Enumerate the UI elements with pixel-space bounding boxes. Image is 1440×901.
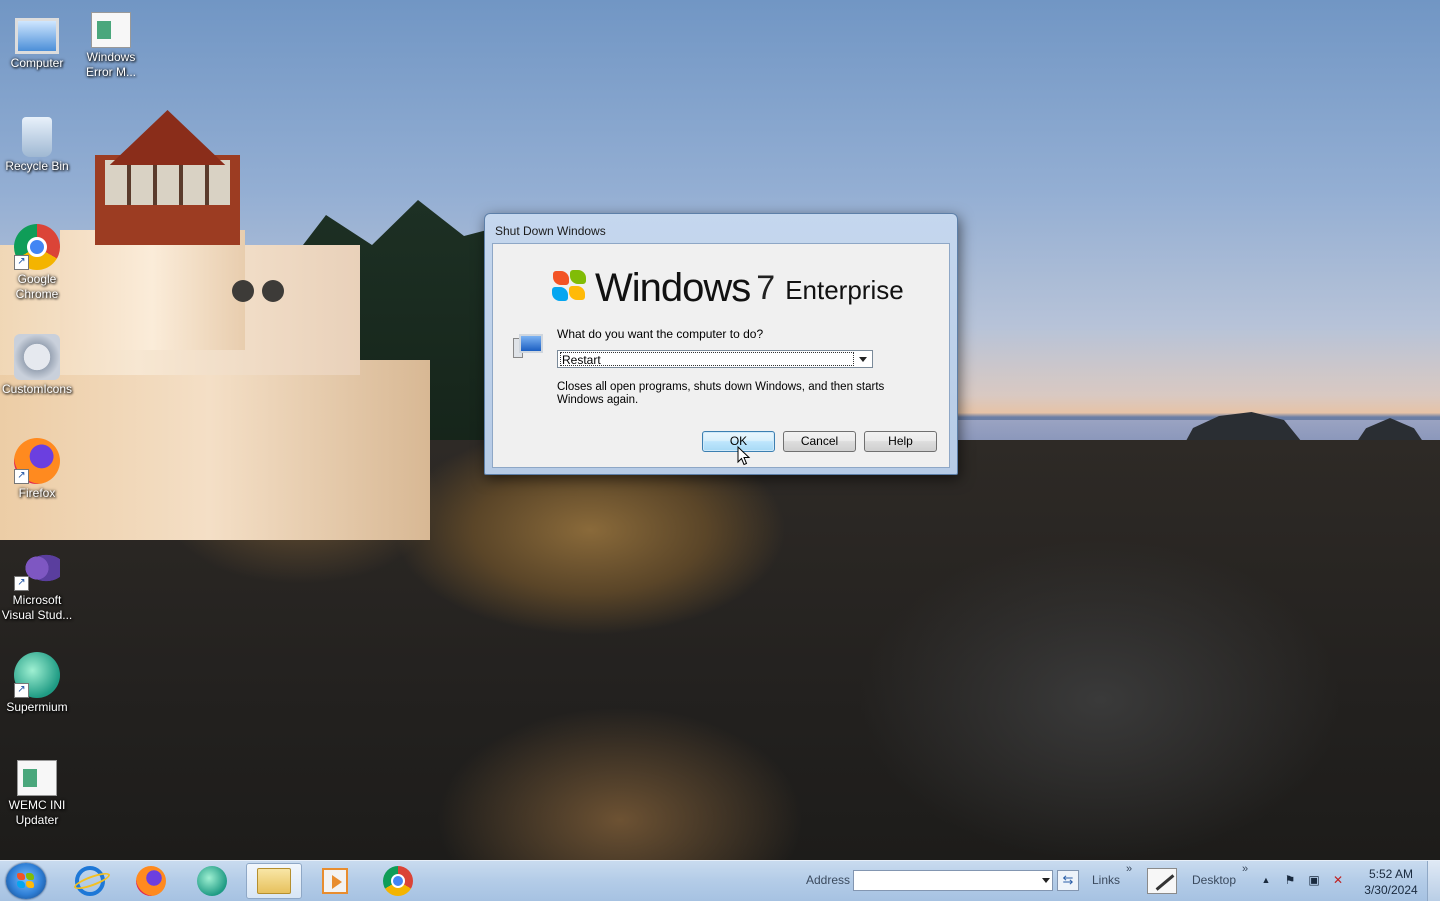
pc-screen [519,334,543,353]
internet-explorer-icon [75,866,105,896]
taskbar-firefox[interactable] [123,863,179,899]
go-arrows-icon[interactable]: ⇆ [1057,870,1079,891]
lighthouse-windows [105,160,230,205]
settings-file-icon [14,334,60,380]
chevron-double-right-icon[interactable]: » [1242,863,1248,875]
chevron-double-right-icon[interactable]: » [1126,863,1132,875]
flag-segment [553,271,569,285]
show-desktop-button[interactable] [1427,861,1440,901]
desktop-icon-label: Firefox [18,486,56,500]
action-dropdown-value[interactable]: Restart [560,352,854,367]
chrome-icon [383,866,413,896]
flag-segment [17,873,25,880]
computer-icon [513,332,543,358]
flag-segment [26,873,34,880]
action-prompt: What do you want the computer to do? [557,327,764,341]
chevron-down-icon[interactable] [855,352,871,366]
flag-segment [570,270,586,284]
desktop-icon-google-chrome[interactable]: ↗ Google Chrome [0,224,74,302]
clock-date: 3/30/2024 [1364,883,1418,897]
address-toolbar-label: Address [806,873,851,887]
desktop-icon-label: Computer [10,56,64,70]
visual-studio-icon: ↗ [14,545,60,591]
shortcut-arrow-icon: ↗ [14,469,29,484]
taskbar-internet-explorer[interactable] [62,863,118,899]
document-icon [91,12,131,48]
links-toolbar-label[interactable]: Links [1092,873,1120,887]
desktop-icon-firefox[interactable]: ↗ Firefox [0,438,74,501]
desktop-icon-recycle-bin[interactable]: Recycle Bin [0,117,74,174]
desktop-toolbar-label[interactable]: Desktop [1192,873,1236,887]
lighthouse-porthole [232,280,254,302]
desktop-icon-customicons[interactable]: CustomIcons [0,334,74,397]
chevron-down-icon[interactable] [1042,878,1050,883]
desktop-icon-computer[interactable]: Computer [0,12,74,71]
dialog-title[interactable]: Shut Down Windows [495,224,606,238]
desktop-icon-wemc-ini-updater[interactable]: WEMC INI Updater [0,760,74,828]
action-dropdown[interactable]: Restart [557,350,873,368]
shortcut-arrow-icon: ↗ [14,576,29,591]
taskbar-chrome[interactable] [370,863,426,899]
desktop-icon-label: CustomIcons [1,382,73,396]
media-player-icon [322,868,348,894]
action-description: Closes all open programs, shuts down Win… [557,381,885,406]
explorer-folder-icon [257,868,291,894]
windows-flag-icon [551,270,587,302]
clock-time: 5:52 AM [1368,867,1414,881]
show-hidden-icons-icon[interactable]: ▲ [1259,874,1273,887]
desktop-icon-label: Windows Error M... [86,50,136,79]
supermium-icon [197,866,227,896]
brand-windows-text: Windows [595,266,751,310]
shortcut-arrow-icon: ↗ [14,683,29,698]
firefox-icon: ↗ [14,438,60,484]
address-input[interactable] [853,870,1053,891]
flag-segment [569,286,585,300]
desktop-icon-label: Microsoft Visual Stud... [1,593,73,622]
shortcut-arrow-icon: ↗ [14,255,29,270]
computer-icon [15,18,59,54]
recycle-bin-icon [22,117,52,157]
desktop-icon-label: Recycle Bin [5,159,69,173]
taskbar: Address ⇆ Links » Desktop » ▲ ⚑ ▣ ✕ 5:52… [0,860,1440,901]
taskbar-explorer[interactable] [246,863,302,899]
taskbar-media-player[interactable] [307,863,363,899]
flag-segment [17,881,25,888]
desktop-icon-label: WEMC INI Updater [8,798,66,827]
start-button[interactable] [6,863,46,899]
flag-segment [26,881,34,888]
cancel-button[interactable]: Cancel [783,431,856,452]
supermium-icon: ↗ [14,652,60,698]
chrome-icon: ↗ [14,224,60,270]
brand-version-text: 7 [756,269,776,307]
windows-brand-banner: Windows 7 Enterprise [551,258,904,308]
document-icon [17,760,57,796]
system-clock[interactable]: 5:52 AM 3/30/2024 [1358,866,1424,898]
flag-segment [552,287,568,301]
desktop-icon-windows-error[interactable]: Windows Error M... [74,12,148,80]
firefox-icon [136,866,166,896]
action-center-flag-icon[interactable]: ⚑ [1283,874,1297,887]
desktop-icon-visual-studio[interactable]: ↗ Microsoft Visual Stud... [0,545,74,623]
lighthouse-porthole [262,280,284,302]
shut-down-dialog: Shut Down Windows Windows 7 Enterprise W… [484,213,958,475]
desktop-icon-label: Supermium [6,700,68,714]
dialog-body: Windows 7 Enterprise What do you want th… [492,243,950,468]
desktop-icon-supermium[interactable]: ↗ Supermium [0,652,74,715]
desktop-icon-label: Google Chrome [15,272,59,301]
help-button[interactable]: Help [864,431,937,452]
windows-flag-icon [17,873,35,889]
network-icon[interactable]: ▣ [1307,874,1321,887]
volume-muted-icon[interactable]: ✕ [1331,874,1345,887]
lighthouse-tower [60,230,245,350]
pen-input-icon[interactable] [1147,868,1177,894]
taskbar-supermium[interactable] [184,863,240,899]
brand-edition-text: Enterprise [785,275,904,305]
